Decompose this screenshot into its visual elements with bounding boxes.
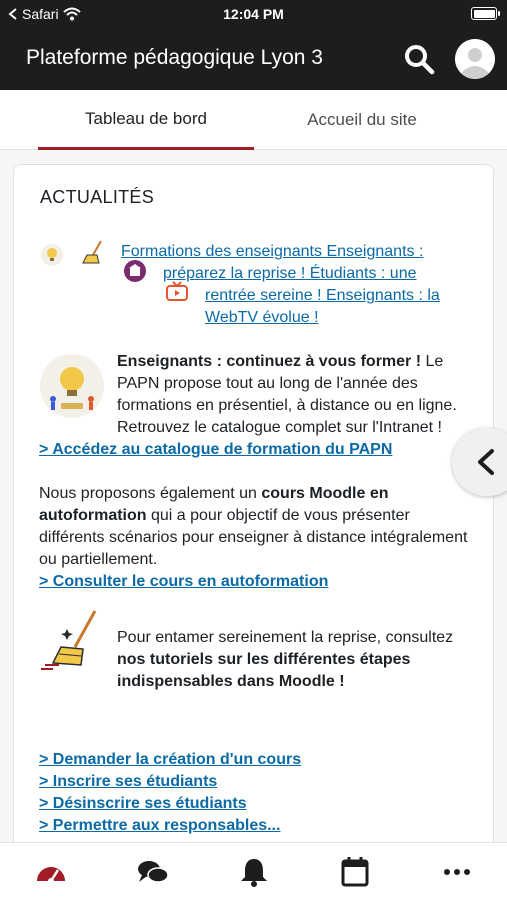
tutorial-link-create-course[interactable]: > Demander la création d'un cours [39,751,301,768]
card-title: ACTUALITÉS [40,187,155,207]
app-header: Plateforme pédagogique Lyon 3 [0,28,507,90]
section2-text-a: Nous proposons également un [39,485,262,502]
chevron-left-icon [478,449,494,475]
section3-text: Pour entamer sereinement la reprise, con… [117,629,454,646]
museum-thumb-icon [124,260,146,282]
tutorial-links: > Demander la création d'un cours > Insc… [39,749,469,837]
section1-heading: Enseignants : continuez à vous former ! [117,353,422,370]
section-autoformation: Nous proposons également un cours Moodle… [39,483,469,593]
more-icon[interactable] [440,855,474,889]
site-title: Plateforme pédagogique Lyon 3 [26,46,323,69]
news-link-webtv[interactable]: WebTV évolue ! [205,307,319,329]
dashboard-icon[interactable] [34,855,68,889]
autoformation-link[interactable]: > Consulter le cours en autoformation [39,573,328,590]
status-bar: Safari 12:04 PM [0,0,507,28]
tutorial-link-unenrol[interactable]: > Désinscrire ses étudiants [39,795,247,812]
search-icon[interactable] [402,42,436,76]
lightbulb-illustration [40,354,104,418]
section3-bold: nos tutoriels sur les différentes étapes… [117,651,411,690]
news-link-reprise[interactable]: préparez la reprise ! Étudiants : une [163,263,417,285]
tab-site-home[interactable]: Accueil du site [270,90,454,150]
battery-icon [471,7,500,20]
lightbulb-thumb-icon [41,244,63,266]
tutorial-link-permissions[interactable]: > Permettre aux responsables... [39,817,280,834]
notifications-icon[interactable] [237,855,271,889]
tv-thumb-icon [166,281,188,301]
news-list: Formations des enseignants Enseignants :… [39,235,469,335]
messages-icon[interactable] [136,855,170,889]
bottom-nav [0,842,507,900]
tutorial-link-enrol[interactable]: > Inscrire ses étudiants [39,773,217,790]
tab-bar: Tableau de bord Accueil du site [0,90,507,150]
news-link-formations[interactable]: Formations des enseignants Enseignants : [121,241,423,263]
clock: 12:04 PM [223,6,284,22]
broom-thumb-icon [82,240,102,264]
news-link-rentree[interactable]: rentrée sereine ! Enseignants : la [205,285,440,307]
user-avatar-icon[interactable] [455,39,495,79]
section-formations: Enseignants : continuez à vous former ! … [39,351,469,461]
news-card: ACTUALITÉS Formations des enseignants En… [13,164,494,864]
calendar-icon[interactable] [338,855,372,889]
tab-dashboard[interactable]: Tableau de bord [38,90,254,150]
papn-catalogue-link[interactable]: > Accédez au catalogue de formation du P… [39,441,392,458]
section-reprise: Pour entamer sereinement la reprise, con… [39,610,469,733]
broom-illustration [41,610,97,670]
news-content: Formations des enseignants Enseignants :… [39,235,469,837]
